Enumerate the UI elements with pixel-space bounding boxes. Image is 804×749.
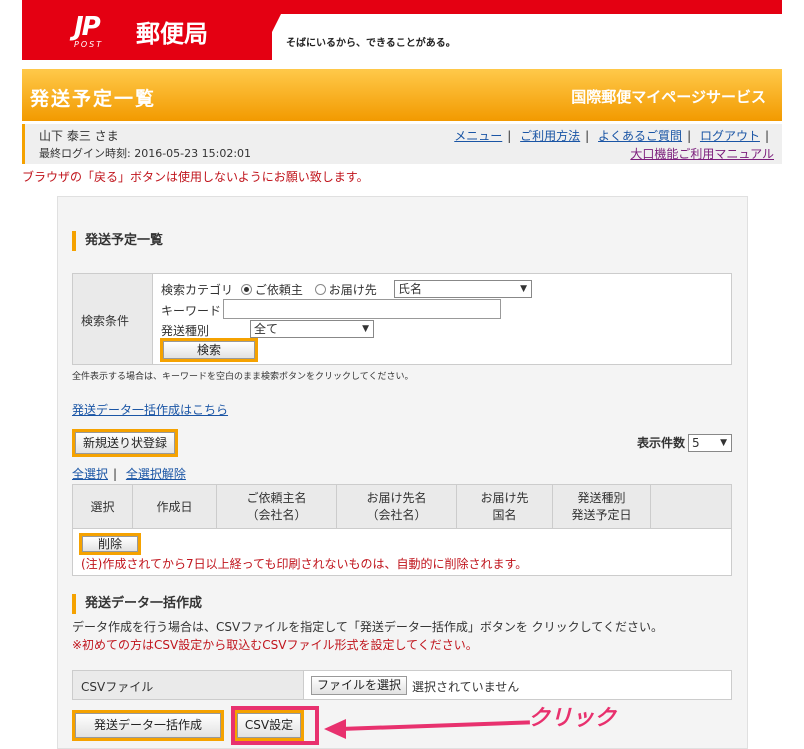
- col-country-l1: お届け先: [480, 491, 529, 505]
- csv-file-row: CSVファイル ファイルを選択 選択されていません: [72, 670, 732, 700]
- col-recipient: お届け先名 （会社名）: [337, 485, 457, 529]
- csv-file-label: CSVファイル: [81, 680, 154, 694]
- search-button[interactable]: 検索: [160, 338, 258, 362]
- radio-recipient[interactable]: [314, 284, 326, 295]
- table-header: 選択 作成日 ご依頼主名 （会社名） お届け先名 （会社名） お届け先国名 発送種別…: [73, 485, 731, 529]
- service-title: 国際郵便マイページサービス: [571, 88, 766, 106]
- csv-label-cell: CSVファイル: [73, 671, 304, 699]
- display-count-label: 表示件数: [636, 436, 685, 450]
- file-status: 選択されていません: [412, 680, 520, 694]
- new-waybill-button[interactable]: 新規送り状登録: [72, 429, 178, 457]
- display-count-select[interactable]: 5 ▼: [688, 434, 732, 452]
- header-red-strip: [272, 0, 782, 14]
- dropdown-arrow-icon: ▼: [520, 284, 527, 294]
- type-select-value: 全て: [254, 322, 279, 336]
- manual-link[interactable]: 大口機能ご利用マニュアル: [630, 145, 774, 162]
- jp-post-logo[interactable]: JP: [74, 12, 101, 42]
- slogan: そばにいるから、できることがある。: [286, 38, 456, 49]
- dropdown-arrow-icon: ▼: [720, 438, 727, 448]
- delete-button[interactable]: 削除: [79, 533, 141, 555]
- shipment-table: 選択 作成日 ご依頼主名 （会社名） お届け先名 （会社名） お届け先国名 発送種別…: [72, 484, 732, 576]
- display-count-value: 5: [692, 436, 700, 450]
- col-created-label: 作成日: [156, 499, 193, 514]
- logo-name[interactable]: 郵便局: [136, 14, 208, 49]
- col-type-l1: 発送種別: [577, 491, 626, 505]
- keyword-label: キーワード: [161, 304, 222, 318]
- select-all-link[interactable]: 全選択: [72, 467, 108, 481]
- bulk-first-time-note: ※初めての方はCSV設定から取込むCSVファイル形式を設定してください。: [72, 638, 478, 652]
- section-title-bulk: 発送データ一括作成: [72, 594, 202, 614]
- type-label: 発送種別: [161, 324, 210, 338]
- delete-note: (注)作成されてから7日以上経っても印刷されないものは、自動的に削除されます。: [81, 557, 528, 571]
- menu-links: メニュー | ご利用方法 | よくあるご質問 | ログアウト |: [454, 129, 769, 143]
- category-label: 検索カテゴリ: [161, 283, 234, 297]
- logo-post-text: POST: [74, 40, 104, 49]
- user-name: 山下 泰三 さま: [39, 129, 119, 143]
- col-type-date: 発送種別 発送予定日: [553, 485, 651, 529]
- deselect-all-link[interactable]: 全選択解除: [126, 467, 186, 481]
- radio-requester-label: ご依頼主: [254, 283, 303, 297]
- last-login: 最終ログイン時刻: 2016-05-23 15:02:01: [39, 147, 252, 160]
- col-country: お届け先 国名: [457, 485, 553, 529]
- user-bar: 山下 泰三 さま 最終ログイン時刻: 2016-05-23 15:02:01 メ…: [22, 124, 782, 164]
- col-select-label: 選択: [90, 499, 115, 514]
- category-row: 検索カテゴリ ご依頼主 お届け先: [161, 281, 377, 298]
- select-links: 全選択 | 全選択解除: [72, 467, 186, 481]
- page-title: 発送予定一覧: [30, 88, 157, 110]
- choose-file-button[interactable]: ファイルを選択: [311, 676, 407, 695]
- keyword-input[interactable]: [223, 299, 501, 319]
- col-requester: ご依頼主名 （会社名）: [217, 485, 337, 529]
- back-button-warning: ブラウザの「戻る」ボタンは使用しないようにお願い致します。: [22, 170, 369, 184]
- col-country-l2: 国名: [492, 508, 517, 522]
- site-header: JP POST 郵便局 そばにいるから、できることがある。: [22, 0, 782, 60]
- dropdown-arrow-icon: ▼: [362, 324, 369, 334]
- category-select[interactable]: 氏名 ▼: [394, 280, 532, 298]
- menu-link[interactable]: メニュー: [454, 129, 502, 143]
- col-recipient-l1: お届け先名: [366, 491, 427, 505]
- radio-recipient-label: お届け先: [328, 283, 377, 297]
- bulk-create-link[interactable]: 発送データ一括作成はこちら: [72, 401, 228, 418]
- title-bar: 発送予定一覧 国際郵便マイページサービス: [22, 69, 782, 121]
- annotation-click-label: クリック: [528, 706, 617, 731]
- col-select: 選択: [73, 485, 133, 529]
- col-date-l2: 発送予定日: [571, 508, 632, 522]
- search-note: 全件表示する場合は、キーワードを空白のまま検索ボタンをクリックしてください。: [72, 372, 414, 382]
- bulk-description: データ作成を行う場合は、CSVファイルを指定して「発送データ一括作成」ボタンを …: [72, 620, 663, 634]
- search-label: 検索条件: [81, 314, 130, 328]
- type-select[interactable]: 全て ▼: [250, 320, 374, 338]
- faq-link[interactable]: よくあるご質問: [598, 129, 682, 143]
- col-requester-l2: （会社名）: [246, 508, 307, 522]
- category-select-value: 氏名: [398, 282, 423, 296]
- section-title-list: 発送予定一覧: [72, 231, 163, 251]
- search-form: 検索条件 検索カテゴリ ご依頼主 お届け先 氏名 ▼ キーワード 発送種別 全て…: [72, 273, 732, 365]
- search-label-cell: 検索条件: [73, 274, 153, 364]
- usage-link[interactable]: ご利用方法: [520, 129, 580, 143]
- annotation-highlight-box: [231, 706, 319, 745]
- radio-requester[interactable]: [240, 284, 252, 295]
- col-requester-l1: ご依頼主名: [246, 491, 307, 505]
- col-recipient-l2: （会社名）: [366, 508, 427, 522]
- bulk-create-button[interactable]: 発送データ一括作成: [72, 710, 224, 741]
- col-created: 作成日: [133, 485, 217, 529]
- logout-link[interactable]: ログアウト: [700, 129, 760, 143]
- main-panel: 発送予定一覧 検索条件 検索カテゴリ ご依頼主 お届け先 氏名 ▼ キーワード …: [57, 196, 748, 749]
